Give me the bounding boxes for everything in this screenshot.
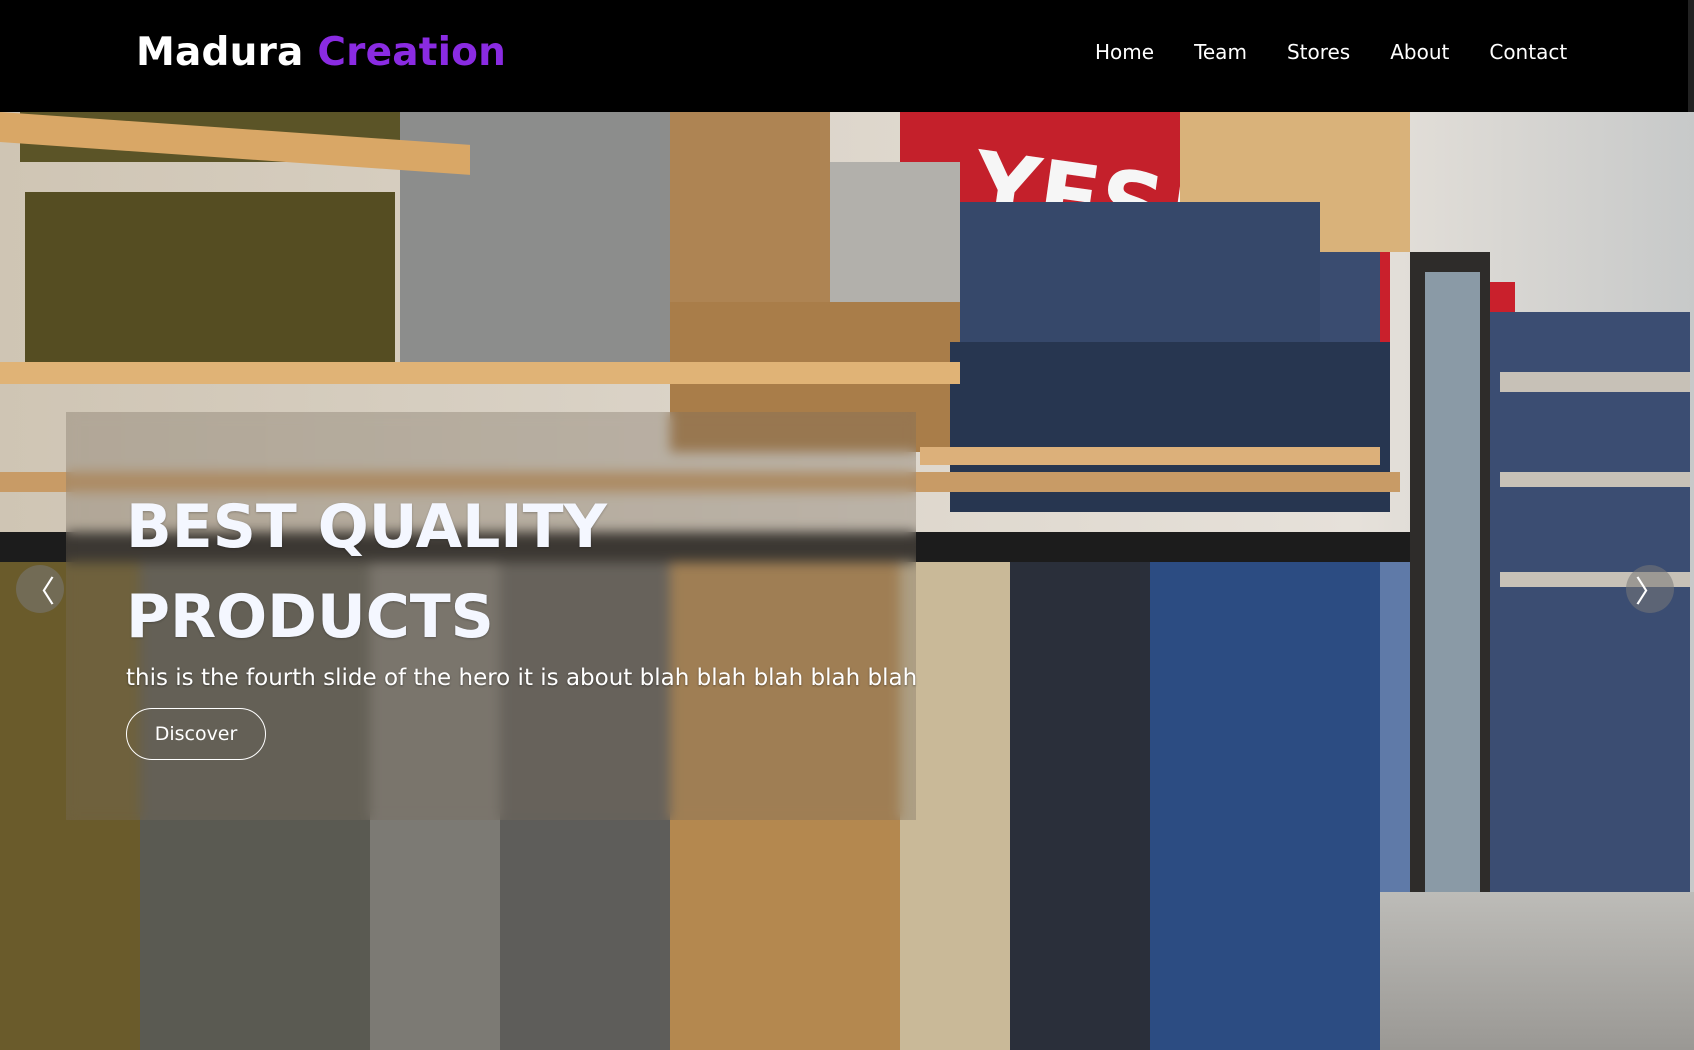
chevron-left-icon: 〈 — [25, 575, 55, 610]
nav-link-stores[interactable]: Stores — [1287, 40, 1350, 64]
main-nav: Home Team Stores About Contact — [1095, 40, 1567, 64]
carousel-prev-button[interactable]: 〈 — [16, 565, 64, 613]
carousel-next-button[interactable]: 〉 — [1626, 565, 1674, 613]
brand-name: Madura — [136, 30, 304, 75]
chevron-right-icon: 〉 — [1635, 575, 1665, 610]
nav-link-team[interactable]: Team — [1194, 40, 1247, 64]
hero-carousel: YES! BEST QUALITY PRODUCTS this is the f… — [0, 112, 1694, 1050]
hero-headline: BEST QUALITY PRODUCTS — [126, 492, 607, 652]
brand-logo[interactable]: Madura Creation — [136, 30, 506, 75]
nav-link-about[interactable]: About — [1390, 40, 1449, 64]
nav-link-home[interactable]: Home — [1095, 40, 1154, 64]
page-scrollbar[interactable] — [1688, 0, 1694, 112]
nav-link-contact[interactable]: Contact — [1489, 40, 1567, 64]
brand-name-accent: Creation — [317, 30, 507, 75]
navbar: Madura Creation Home Team Stores About C… — [0, 0, 1694, 112]
discover-button[interactable]: Discover — [126, 708, 266, 760]
hero-subtext: this is the fourth slide of the hero it … — [126, 665, 918, 691]
